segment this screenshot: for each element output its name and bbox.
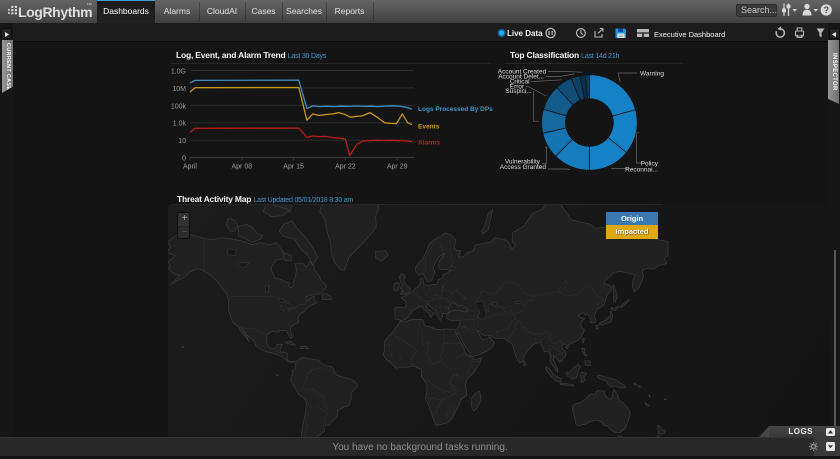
svg-text:Alarms: Alarms — [418, 140, 440, 147]
svg-text:Apr 15: Apr 15 — [283, 164, 304, 171]
svg-text:0: 0 — [182, 156, 186, 163]
svg-text:?: ? — [823, 5, 829, 15]
svg-text:Account Created: Account Created — [498, 68, 547, 75]
svg-text:Reconnai...: Reconnai... — [625, 167, 658, 174]
svg-text:Apr 29: Apr 29 — [387, 164, 408, 171]
svg-text:1.0k: 1.0k — [173, 121, 187, 128]
svg-text:Apr 22: Apr 22 — [335, 164, 356, 171]
svg-text:Events: Events — [418, 124, 440, 131]
svg-text:Warning: Warning — [640, 71, 664, 78]
svg-text:1.0G: 1.0G — [171, 69, 186, 76]
svg-text:100k: 100k — [171, 103, 187, 110]
svg-text:April: April — [183, 164, 197, 171]
svg-text:Vulnerability: Vulnerability — [505, 159, 541, 166]
svg-text:Apr 08: Apr 08 — [231, 164, 252, 171]
svg-text:10: 10 — [178, 138, 186, 145]
svg-text:10M: 10M — [172, 86, 186, 93]
